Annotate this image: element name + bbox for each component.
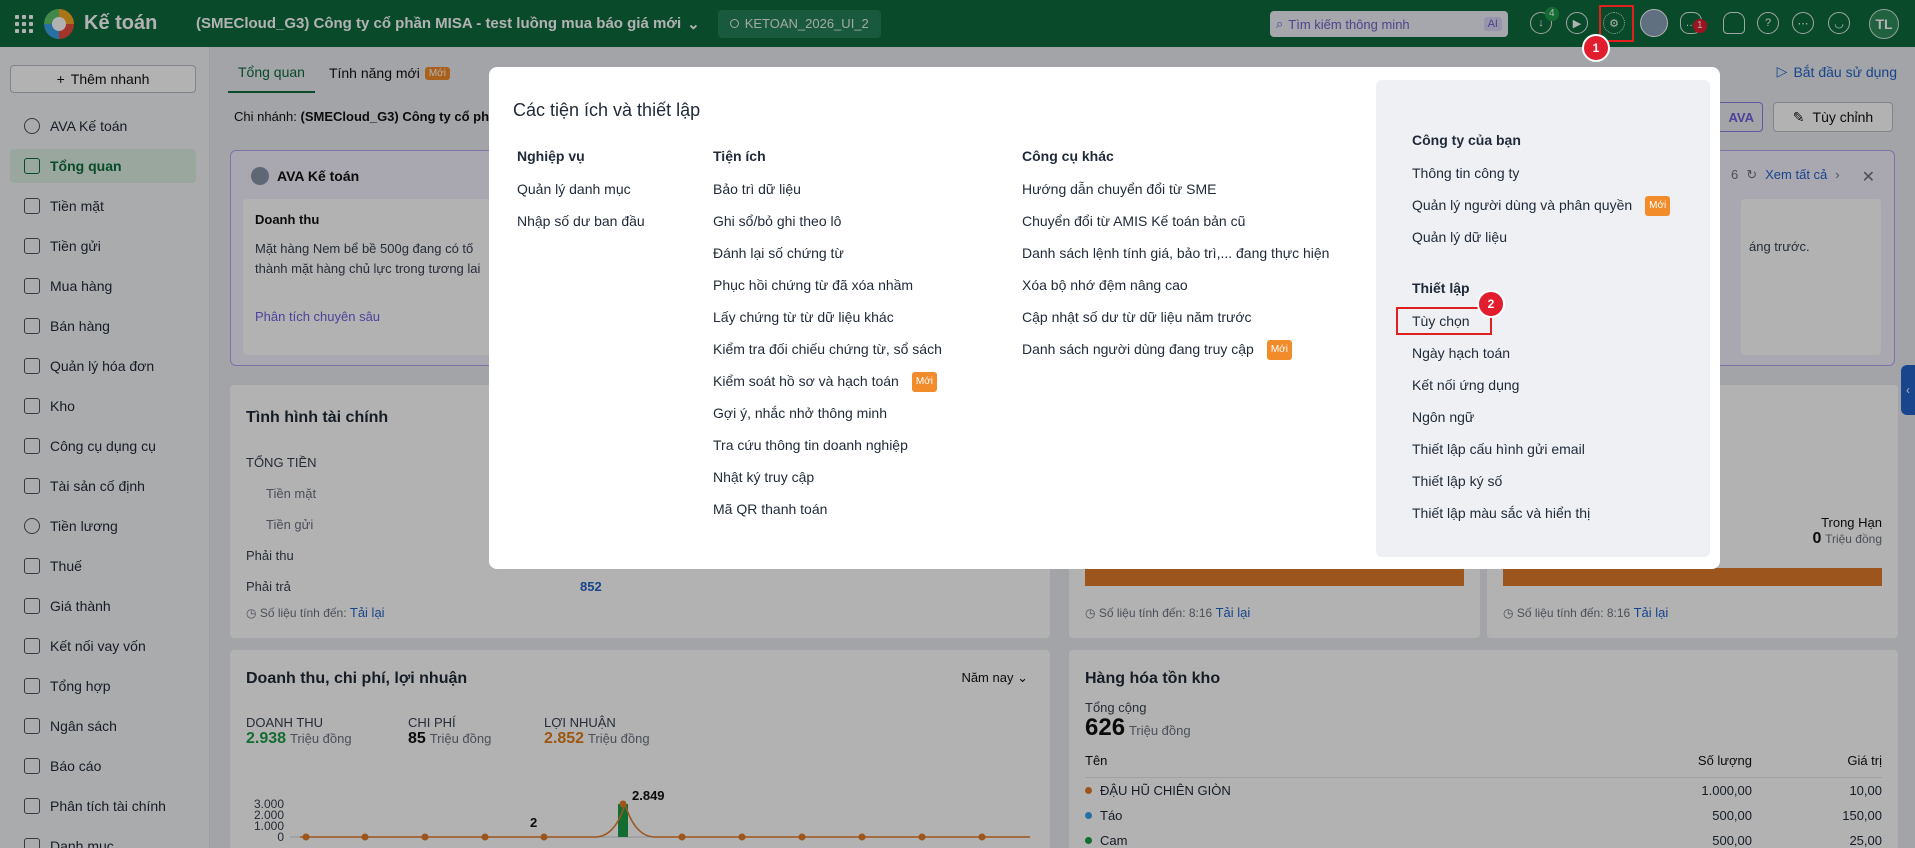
menu-item-label: Thông tin công ty	[1412, 165, 1520, 181]
new-badge: Mới	[911, 372, 937, 392]
menu-item-label: Xóa bộ nhớ đệm nâng cao	[1022, 277, 1188, 293]
menu-item[interactable]: Nhập số dư ban đầu	[517, 212, 645, 244]
menu-item[interactable]: Kết nối ứng dụng	[1412, 376, 1590, 408]
menu-item[interactable]: Danh sách người dùng đang truy cập Mới	[1022, 340, 1329, 372]
section-items: Thông tin công ty Quản lý người dùng và p…	[1412, 164, 1671, 260]
menu-item-label: Nhập số dư ban đầu	[517, 213, 645, 229]
menu-item-label: Phục hồi chứng từ đã xóa nhầm	[713, 277, 914, 293]
menu-item[interactable]: Thiết lập ký số	[1412, 472, 1590, 504]
menu-item-label: Ngôn ngữ	[1412, 409, 1475, 425]
menu-item[interactable]: Thiết lập màu sắc và hiển thị	[1412, 504, 1590, 536]
column-header: Công cụ khác	[1022, 148, 1114, 164]
menu-item-label: Kiểm tra đối chiếu chứng từ, sổ sách	[713, 341, 942, 357]
menu-item[interactable]: Ngày hạch toán	[1412, 344, 1590, 376]
menu-item[interactable]: Danh sách lệnh tính giá, bảo trì,... đan…	[1022, 244, 1329, 276]
menu-item[interactable]: Tra cứu thông tin doanh nghiệp	[713, 436, 942, 468]
menu-item[interactable]: Kiểm tra đối chiếu chứng từ, sổ sách	[713, 340, 942, 372]
menu-item-label: Thiết lập cấu hình gửi email	[1412, 441, 1585, 457]
menu-item[interactable]: Phục hồi chứng từ đã xóa nhầm	[713, 276, 942, 308]
column-items: Quản lý danh mục Nhập số dư ban đầu	[517, 180, 645, 244]
column-other-tools: Công cụ khác Hướng dẫn chuyển đổi từ SME C…	[1022, 148, 1329, 372]
column-items: Hướng dẫn chuyển đổi từ SME Chuyển đổi từ…	[1022, 180, 1329, 372]
menu-item-label: Quản lý dữ liệu	[1412, 229, 1507, 245]
menu-item[interactable]: Gợi ý, nhắc nhở thông minh	[713, 404, 942, 436]
menu-item-label: Đánh lại số chứng từ	[713, 245, 844, 261]
new-badge: Mới	[1645, 196, 1671, 216]
menu-item-label: Nhật ký truy cập	[713, 469, 815, 485]
menu-item[interactable]: Quản lý danh mục	[517, 180, 645, 212]
menu-item-label: Thiết lập màu sắc và hiển thị	[1412, 505, 1591, 521]
highlight-options-item	[1396, 307, 1492, 335]
section-items: Tùy chọn Ngày hạch toán Kết nối ứng dụng Ng…	[1412, 312, 1590, 536]
column-header: Nghiệp vụ	[517, 148, 585, 164]
menu-item-label: Lấy chứng từ từ dữ liệu khác	[713, 309, 894, 325]
menu-item[interactable]: Chuyển đổi từ AMIS Kế toán bản cũ	[1022, 212, 1329, 244]
menu-item[interactable]: Hướng dẫn chuyển đổi từ SME	[1022, 180, 1329, 212]
menu-item[interactable]: Mã QR thanh toán	[713, 500, 942, 532]
menu-item[interactable]: Nhật ký truy cập	[713, 468, 942, 500]
menu-item[interactable]: Kiểm soát hồ sơ và hạch toán Mới	[713, 372, 942, 404]
menu-item[interactable]: Ghi sổ/bỏ ghi theo lô	[713, 212, 942, 244]
column-operations: Nghiệp vụ Quản lý danh mục Nhập số dư ban …	[517, 148, 645, 244]
menu-item-label: Cập nhật số dư từ dữ liệu năm trước	[1022, 309, 1252, 325]
menu-item-label: Mã QR thanh toán	[713, 501, 828, 517]
section-your-company: Công ty của bạn Thông tin công ty Quản lý …	[1412, 132, 1671, 260]
menu-item-label: Hướng dẫn chuyển đổi từ SME	[1022, 181, 1217, 197]
column-header: Tiện ích	[713, 148, 766, 164]
utilities-settings-modal: Các tiện ích và thiết lập Nghiệp vụ Quản …	[489, 67, 1720, 569]
step-2-marker: 2	[1477, 290, 1505, 318]
menu-item[interactable]: Lấy chứng từ từ dữ liệu khác	[713, 308, 942, 340]
menu-item-label: Chuyển đổi từ AMIS Kế toán bản cũ	[1022, 213, 1246, 229]
menu-item[interactable]: Đánh lại số chứng từ	[713, 244, 942, 276]
menu-item-label: Kết nối ứng dụng	[1412, 377, 1520, 393]
menu-item[interactable]: Quản lý người dùng và phân quyền Mới	[1412, 196, 1671, 228]
column-utilities: Tiện ích Bảo trì dữ liệu Ghi sổ/bỏ ghi the…	[713, 148, 942, 532]
modal-title: Các tiện ích và thiết lập	[513, 100, 701, 120]
menu-item-label: Ghi sổ/bỏ ghi theo lô	[713, 213, 842, 229]
menu-item[interactable]: Thiết lập cấu hình gửi email	[1412, 440, 1590, 472]
menu-item-label: Ngày hạch toán	[1412, 345, 1511, 361]
menu-item-label: Quản lý danh mục	[517, 181, 631, 197]
step-1-marker: 1	[1582, 34, 1610, 62]
menu-item[interactable]: Quản lý dữ liệu	[1412, 228, 1670, 260]
column-items: Bảo trì dữ liệu Ghi sổ/bỏ ghi theo lô Đánh…	[713, 180, 942, 532]
menu-item[interactable]: Xóa bộ nhớ đệm nâng cao	[1022, 276, 1329, 308]
menu-item-label: Quản lý người dùng và phân quyền	[1412, 197, 1633, 213]
section-header: Công ty của bạn	[1412, 132, 1521, 148]
menu-item-label: Danh sách người dùng đang truy cập	[1022, 341, 1254, 357]
new-badge: Mới	[1266, 340, 1292, 360]
menu-item-label: Kiểm soát hồ sơ và hạch toán	[713, 373, 899, 389]
menu-item[interactable]: Ngôn ngữ	[1412, 408, 1590, 440]
menu-item-label: Tra cứu thông tin doanh nghiệp	[713, 437, 908, 453]
menu-item-label: Thiết lập ký số	[1412, 473, 1503, 489]
menu-item-label: Gợi ý, nhắc nhở thông minh	[713, 405, 888, 421]
menu-item[interactable]: Thông tin công ty	[1412, 164, 1670, 196]
menu-item[interactable]: Cập nhật số dư từ dữ liệu năm trước	[1022, 308, 1329, 340]
menu-item-label: Bảo trì dữ liệu	[713, 181, 801, 197]
menu-item-label: Danh sách lệnh tính giá, bảo trì,... đan…	[1022, 245, 1330, 261]
menu-item[interactable]: Bảo trì dữ liệu	[713, 180, 942, 212]
